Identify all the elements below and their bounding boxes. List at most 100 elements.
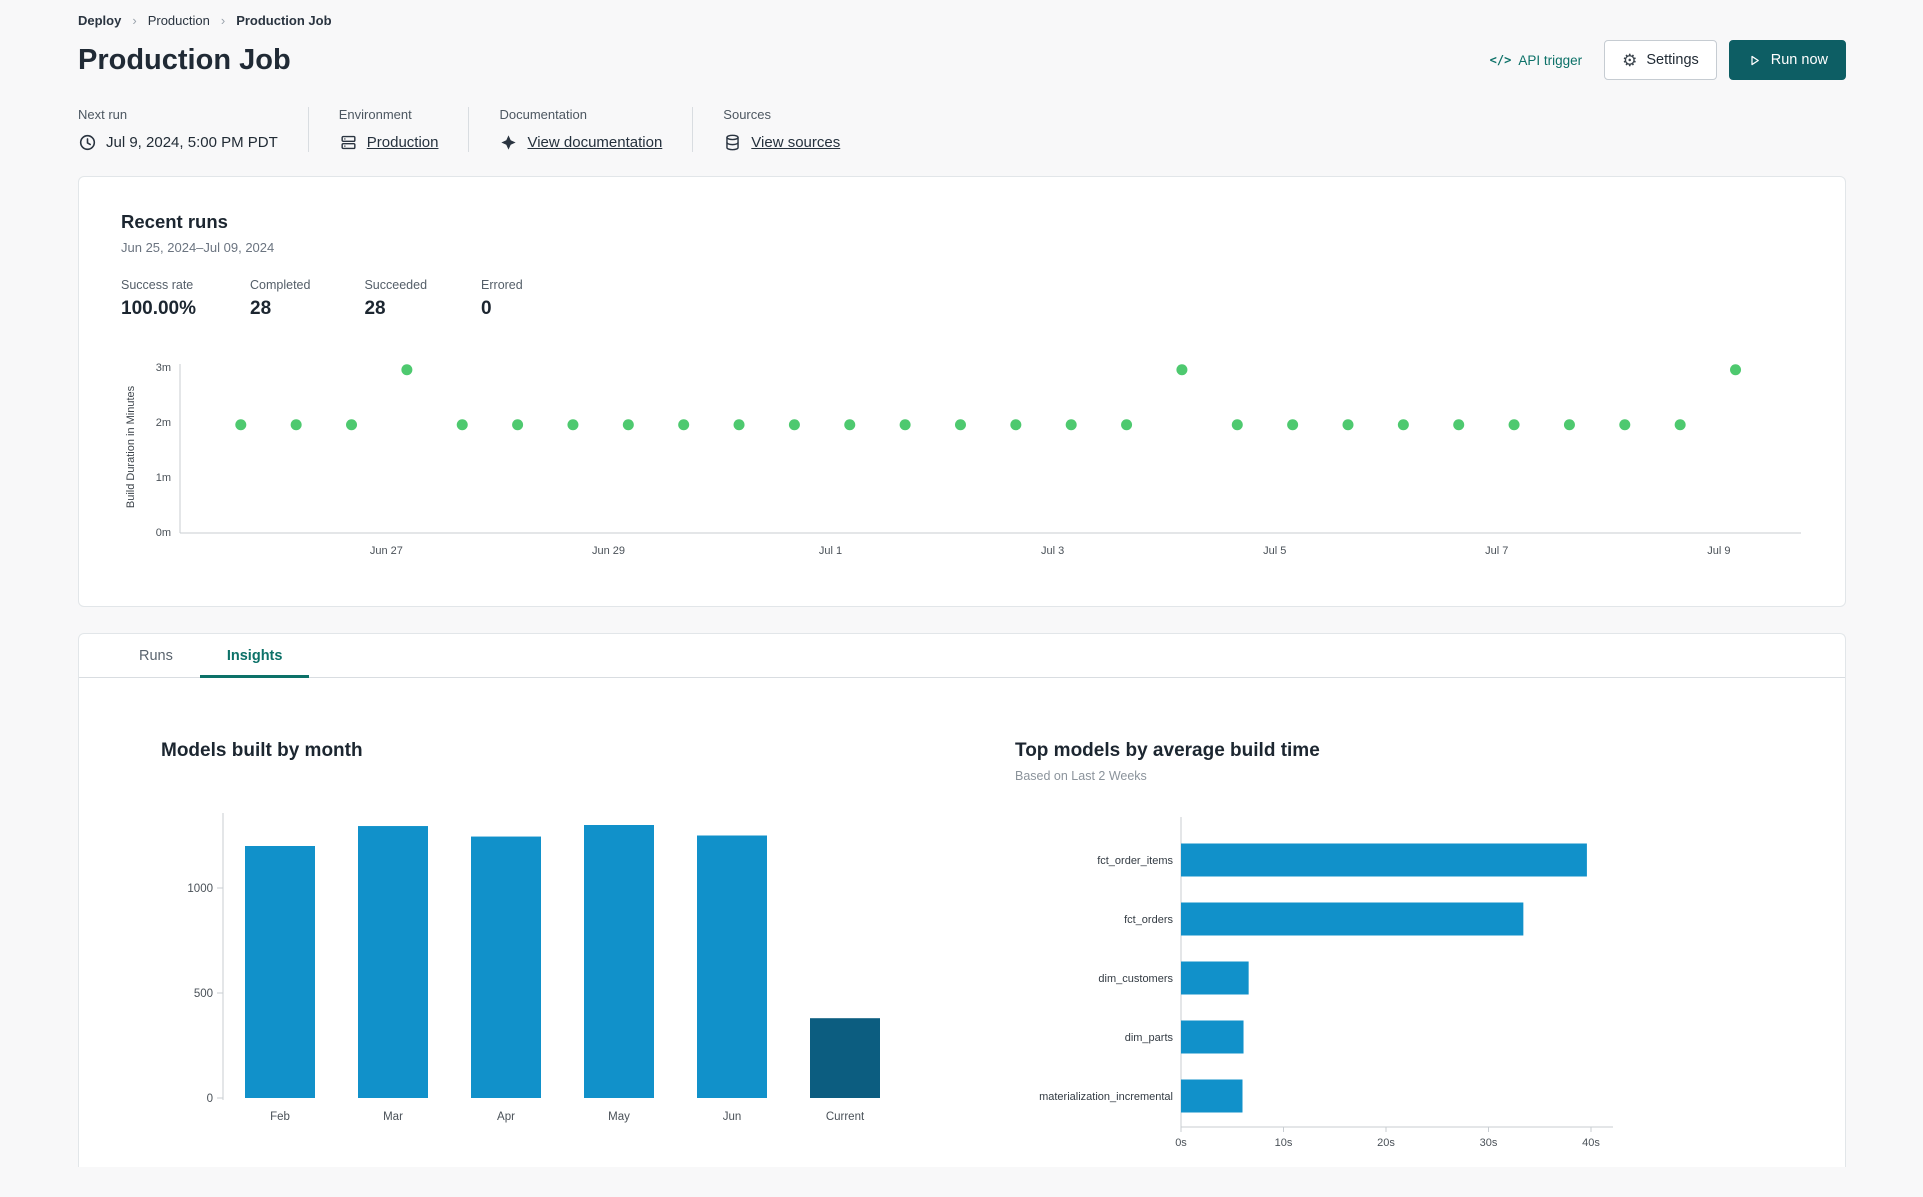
models-by-month-section: Models built by month 0 500 1000 Feb Mar Apr M… — [161, 740, 936, 1157]
y-tick-label: 500 — [194, 988, 213, 1000]
settings-button[interactable]: ⚙ Settings — [1604, 40, 1717, 80]
run-duration-point — [1730, 364, 1742, 376]
y-tick-label: 1000 — [187, 883, 213, 895]
x-tick-label: Jul 7 — [1485, 545, 1508, 557]
breadcrumb: Deploy › Production › Production Job — [0, 0, 1923, 28]
model-label: materialization_incremental — [1039, 1091, 1173, 1103]
x-category-label: Current — [826, 1111, 865, 1123]
x-category-label: Feb — [270, 1111, 290, 1123]
x-category-label: Mar — [383, 1111, 403, 1123]
x-tick-label: Jul 9 — [1707, 545, 1730, 557]
x-tick-label: 20s — [1377, 1137, 1395, 1149]
run-duration-point — [1563, 419, 1575, 431]
next-run-value: Jul 9, 2024, 5:00 PM PDT — [106, 134, 278, 151]
page-title: Production Job — [78, 43, 291, 76]
next-run-label: Next run — [78, 107, 128, 122]
api-trigger-link[interactable]: </> API trigger — [1490, 53, 1582, 68]
tab-runs[interactable]: Runs — [112, 634, 200, 678]
run-duration-point — [1619, 419, 1631, 431]
environment-icon — [339, 133, 358, 152]
month-bar — [697, 835, 767, 1098]
y-tick-label: 1m — [156, 472, 171, 484]
models-by-month-title: Models built by month — [161, 740, 363, 761]
run-duration-point — [1453, 419, 1465, 431]
top-models-subtitle: Based on Last 2 Weeks — [1015, 769, 1147, 783]
run-now-button[interactable]: Run now — [1728, 40, 1846, 80]
x-tick-label: Jul 1 — [819, 545, 842, 557]
chevron-right-icon: › — [220, 13, 226, 28]
y-tick-label: 0m — [156, 527, 171, 539]
model-bar — [1181, 961, 1249, 995]
run-duration-point — [954, 419, 966, 431]
documentation-label: Documentation — [499, 107, 587, 122]
insights-panel: Models built by month 0 500 1000 Feb Mar Apr M… — [79, 678, 1845, 1167]
play-icon — [1751, 55, 1759, 65]
environment-label: Environment — [338, 107, 412, 122]
x-tick-label: 30s — [1480, 1137, 1498, 1149]
api-trigger-label: API trigger — [1518, 52, 1583, 68]
run-duration-point — [1397, 419, 1409, 431]
docs-icon — [499, 133, 518, 152]
build-duration-chart-wrap: Build Duration in Minutes 0m 1m 2m 3m Jun 27 J… — [121, 342, 1803, 582]
run-duration-point — [733, 419, 745, 431]
model-label: fct_order_items — [1097, 855, 1173, 867]
breadcrumb-item-production[interactable]: Production — [148, 13, 210, 28]
model-bar — [1181, 1079, 1243, 1113]
meta-next-run: Next run Jul 9, 2024, 5:00 PM PDT — [78, 107, 308, 152]
job-meta-row: Next run Jul 9, 2024, 5:00 PM PDT Enviro… — [0, 80, 1923, 152]
stat-errored: Errored 0 — [481, 278, 523, 319]
top-models-section: Top models by average build time Based o… — [1015, 740, 1735, 1157]
run-duration-point — [1508, 419, 1520, 431]
run-duration-point — [1287, 419, 1299, 431]
stat-succeeded: Succeeded 28 — [364, 278, 428, 319]
run-duration-point — [235, 419, 247, 431]
model-bar — [1181, 902, 1524, 936]
recent-runs-title: Recent runs — [121, 211, 228, 232]
meta-environment: Environment Production — [307, 107, 469, 152]
x-tick-label: Jun 27 — [370, 545, 403, 557]
view-documentation-link[interactable]: View documentation — [527, 134, 662, 151]
month-bar — [245, 846, 315, 1098]
chevron-right-icon: › — [132, 13, 137, 28]
run-duration-point — [401, 364, 413, 376]
run-duration-point — [1342, 419, 1354, 431]
model-label: dim_customers — [1098, 973, 1173, 985]
breadcrumb-item-current: Production Job — [236, 13, 332, 28]
top-models-title: Top models by average build time — [1015, 740, 1320, 761]
x-category-label: Jun — [723, 1111, 742, 1123]
month-bar — [584, 825, 654, 1098]
sources-label: Sources — [723, 107, 771, 122]
header-actions: </> API trigger ⚙ Settings Run now — [1490, 40, 1846, 80]
month-bar — [810, 1018, 880, 1098]
model-bar — [1181, 1020, 1244, 1054]
run-duration-point — [1010, 419, 1022, 431]
code-icon: </> — [1489, 53, 1512, 67]
run-duration-point — [899, 419, 911, 431]
breadcrumb-item-deploy[interactable]: Deploy — [78, 13, 121, 28]
recent-runs-card: Recent runs Jun 25, 2024–Jul 09, 2024 Su… — [78, 176, 1846, 607]
month-bar — [358, 826, 428, 1098]
month-bar — [471, 836, 541, 1098]
run-duration-point — [1065, 419, 1077, 431]
job-detail-card: Runs Insights Models built by month 0 500… — [78, 633, 1846, 1167]
run-duration-point — [1176, 364, 1188, 376]
run-duration-point — [1674, 419, 1686, 431]
gear-icon: ⚙ — [1622, 50, 1638, 70]
x-tick-label: Jul 5 — [1263, 545, 1286, 557]
x-category-label: Apr — [497, 1111, 515, 1123]
recent-runs-date-range: Jun 25, 2024–Jul 09, 2024 — [121, 240, 275, 255]
tab-insights[interactable]: Insights — [199, 634, 310, 678]
view-sources-link[interactable]: View sources — [751, 134, 840, 151]
x-tick-label: 0s — [1175, 1137, 1187, 1149]
model-label: dim_parts — [1125, 1032, 1174, 1044]
settings-label: Settings — [1646, 52, 1699, 68]
environment-link[interactable]: Production — [367, 134, 439, 151]
run-duration-point — [567, 419, 579, 431]
x-tick-label: 10s — [1275, 1137, 1293, 1149]
model-label: fct_orders — [1124, 914, 1173, 926]
x-category-label: May — [608, 1111, 630, 1123]
run-duration-point — [346, 419, 358, 431]
run-duration-point — [512, 419, 524, 431]
run-duration-point — [678, 419, 690, 431]
y-tick-label: 0 — [207, 1093, 213, 1105]
